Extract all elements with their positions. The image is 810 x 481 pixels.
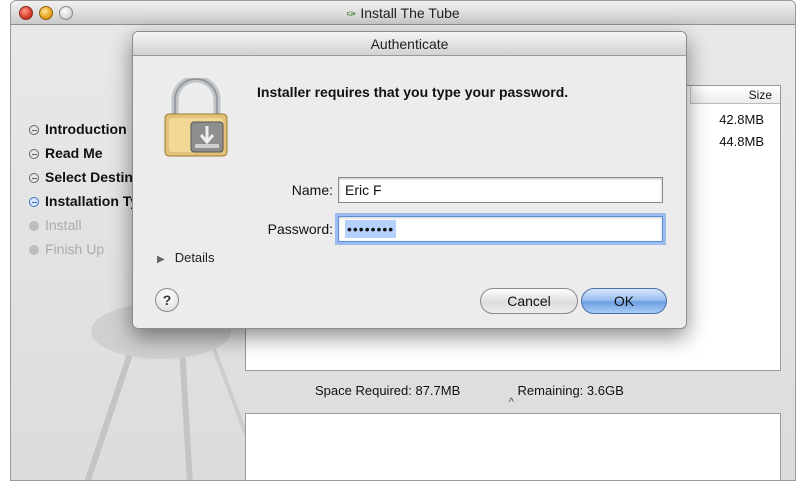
auth-title: Authenticate — [370, 36, 449, 52]
help-button[interactable]: ? — [155, 288, 179, 312]
details-disclosure[interactable]: ▶ Details — [157, 250, 214, 265]
window-title: ✑ Install The Tube — [11, 5, 795, 21]
description-panel — [245, 413, 781, 480]
size-column-header[interactable]: Size — [690, 86, 780, 104]
auth-prompt: Installer requires that you type your pa… — [257, 84, 569, 100]
step-bullet-icon — [29, 245, 39, 255]
installer-titlebar: ✑ Install The Tube — [11, 1, 795, 25]
name-field-value: Eric F — [345, 182, 382, 198]
name-label: Name: — [291, 182, 333, 198]
package-size-1: 42.8MB — [719, 112, 764, 127]
step-bullet-icon — [29, 149, 39, 159]
password-field[interactable]: •••••••• — [338, 216, 663, 242]
authenticate-dialog: Authenticate Installer requires that you… — [132, 31, 687, 329]
space-required-value: 87.7MB — [415, 383, 461, 398]
window-title-text: Install The Tube — [360, 5, 460, 21]
password-field-value: •••••••• — [345, 220, 397, 238]
auth-titlebar: Authenticate — [133, 32, 686, 56]
disclosure-triangle-icon[interactable]: ▶ — [157, 254, 165, 265]
details-label[interactable]: Details — [175, 250, 215, 265]
step-bullet-icon — [29, 221, 39, 231]
remaining-label: Remaining: — [517, 383, 584, 398]
package-size-2: 44.8MB — [719, 134, 764, 149]
remaining-value: 3.6GB — [586, 383, 624, 398]
chevron-up-icon: ^ — [509, 397, 514, 408]
step-bullet-icon — [29, 173, 39, 183]
ok-button[interactable]: OK — [581, 288, 667, 314]
space-summary: Space Required: 87.7MB Remaining: 3.6GB — [315, 383, 624, 398]
lock-icon — [164, 78, 228, 157]
name-field[interactable]: Eric F — [338, 177, 663, 203]
password-label: Password: — [267, 221, 333, 237]
step-bullet-icon — [29, 125, 39, 135]
step-bullet-icon — [29, 197, 39, 207]
package-icon: ✑ — [346, 7, 357, 21]
space-required-label: Space Required: — [315, 383, 412, 398]
cancel-button[interactable]: Cancel — [480, 288, 578, 314]
